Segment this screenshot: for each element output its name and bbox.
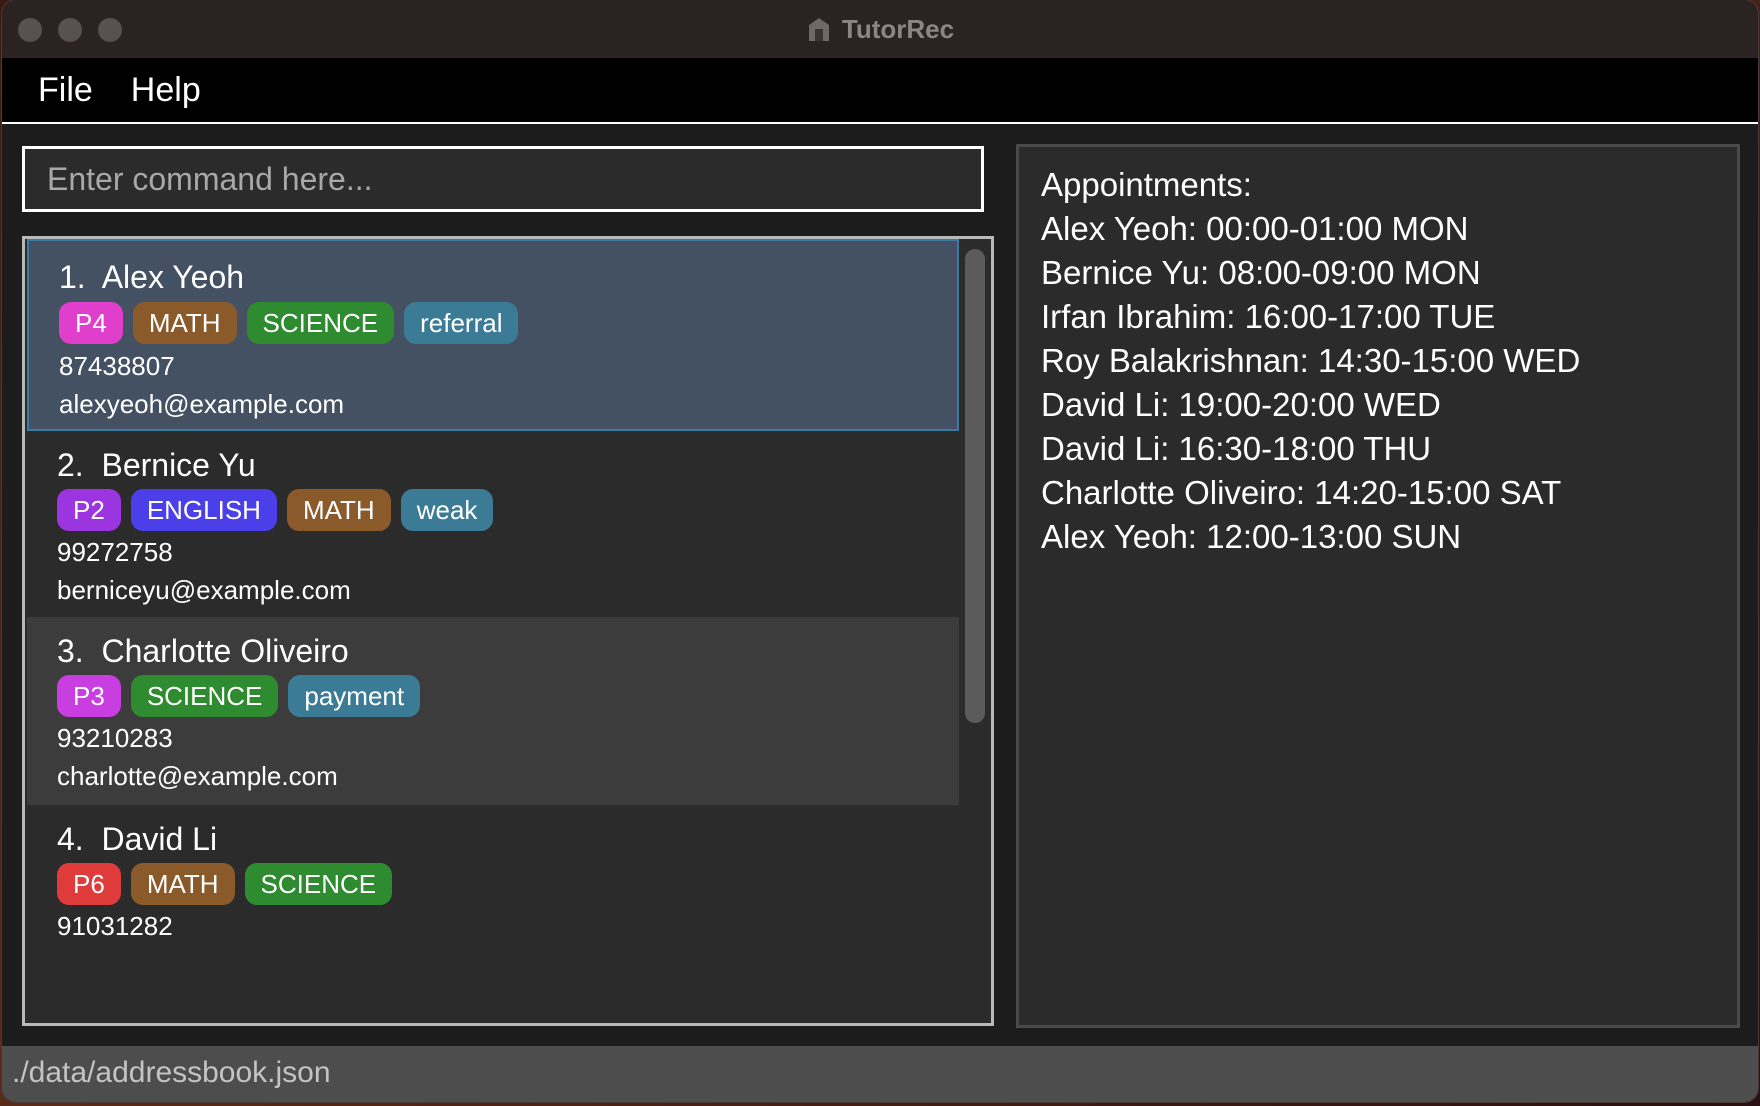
person-card[interactable]: 3. Charlotte Oliveiro P3 SCIENCE payment… — [27, 617, 959, 805]
person-name-text: David Li — [101, 821, 218, 857]
person-index: 1. — [59, 259, 86, 295]
app-window: TutorRec File Help 1. Alex Yeoh P4 MATH … — [2, 0, 1758, 1102]
window-controls — [18, 18, 122, 42]
tag: payment — [288, 675, 421, 717]
person-index: 4. — [57, 821, 84, 857]
command-box[interactable] — [22, 146, 984, 212]
zoom-window-button[interactable] — [98, 18, 122, 42]
person-card[interactable]: 2. Bernice Yu P2 ENGLISH MATH weak 99272… — [27, 431, 959, 617]
tag: ENGLISH — [130, 489, 277, 531]
person-phone: 99272758 — [57, 537, 173, 567]
main-content: 1. Alex Yeoh P4 MATH SCIENCE referral 87… — [2, 124, 1758, 1046]
person-email: alexyeoh@example.com — [59, 389, 345, 419]
menu-file[interactable]: File — [38, 71, 93, 110]
tag: P2 — [57, 489, 121, 531]
person-name: 1. Alex Yeoh — [59, 259, 244, 296]
person-index: 3. — [57, 633, 84, 669]
tag-list: P4 MATH SCIENCE referral — [59, 302, 519, 344]
close-window-button[interactable] — [18, 18, 42, 42]
app-icon — [808, 18, 829, 41]
person-name: 2. Bernice Yu — [57, 447, 256, 484]
tag: MATH — [130, 863, 235, 905]
person-list[interactable]: 1. Alex Yeoh P4 MATH SCIENCE referral 87… — [22, 236, 994, 1026]
command-input[interactable] — [47, 149, 981, 210]
menu-help[interactable]: Help — [131, 71, 201, 110]
tag: SCIENCE — [244, 863, 393, 905]
appointment-item: Alex Yeoh: 00:00-01:00 MON — [1041, 210, 1469, 247]
tag: MATH — [286, 489, 391, 531]
tag: SCIENCE — [246, 302, 395, 344]
minimize-window-button[interactable] — [58, 18, 82, 42]
appointment-item: Bernice Yu: 08:00-09:00 MON — [1041, 254, 1481, 291]
list-scrollbar[interactable] — [965, 245, 985, 1019]
person-email: berniceyu@example.com — [57, 575, 351, 605]
appointment-item: Roy Balakrishnan: 14:30-15:00 WED — [1041, 342, 1581, 379]
appointment-item: David Li: 16:30-18:00 THU — [1041, 430, 1432, 467]
person-card[interactable]: 1. Alex Yeoh P4 MATH SCIENCE referral 87… — [27, 239, 959, 431]
person-phone: 93210283 — [57, 723, 173, 753]
person-name: 3. Charlotte Oliveiro — [57, 633, 349, 670]
appointments-panel: Appointments: Alex Yeoh: 00:00-01:00 MON… — [1016, 144, 1740, 1028]
tag-list: P3 SCIENCE payment — [57, 675, 421, 717]
tag: P3 — [57, 675, 121, 717]
tag: referral — [404, 302, 519, 344]
menu-bar: File Help — [2, 58, 1758, 124]
appointment-item: Irfan Ibrahim: 16:00-17:00 TUE — [1041, 298, 1496, 335]
title-bar: TutorRec — [2, 0, 1758, 58]
appointment-item: David Li: 19:00-20:00 WED — [1041, 386, 1441, 423]
appointment-item: Charlotte Oliveiro: 14:20-15:00 SAT — [1041, 474, 1562, 511]
person-name-text: Charlotte Oliveiro — [101, 633, 349, 669]
window-title: TutorRec — [806, 14, 954, 45]
person-phone: 87438807 — [59, 351, 175, 381]
tag-list: P2 ENGLISH MATH weak — [57, 489, 494, 531]
tag: MATH — [132, 302, 237, 344]
person-email: charlotte@example.com — [57, 761, 338, 791]
person-name: 4. David Li — [57, 821, 217, 858]
data-file-path: ./data/addressbook.json — [12, 1056, 331, 1089]
tag: P4 — [59, 302, 123, 344]
window-title-text: TutorRec — [841, 13, 955, 44]
scrollbar-thumb[interactable] — [965, 249, 985, 723]
appointment-item: Alex Yeoh: 12:00-13:00 SUN — [1041, 518, 1462, 555]
person-name-text: Bernice Yu — [101, 447, 256, 483]
person-index: 2. — [57, 447, 84, 483]
status-bar: ./data/addressbook.json — [2, 1046, 1758, 1102]
person-phone: 91031282 — [57, 911, 173, 941]
appointments-heading: Appointments: — [1041, 166, 1252, 203]
person-name-text: Alex Yeoh — [101, 259, 245, 295]
tag: SCIENCE — [130, 675, 279, 717]
person-card[interactable]: 4. David Li P6 MATH SCIENCE 91031282 — [27, 805, 959, 1023]
tag: P6 — [57, 863, 121, 905]
tag: weak — [400, 489, 494, 531]
tag-list: P6 MATH SCIENCE — [57, 863, 393, 905]
